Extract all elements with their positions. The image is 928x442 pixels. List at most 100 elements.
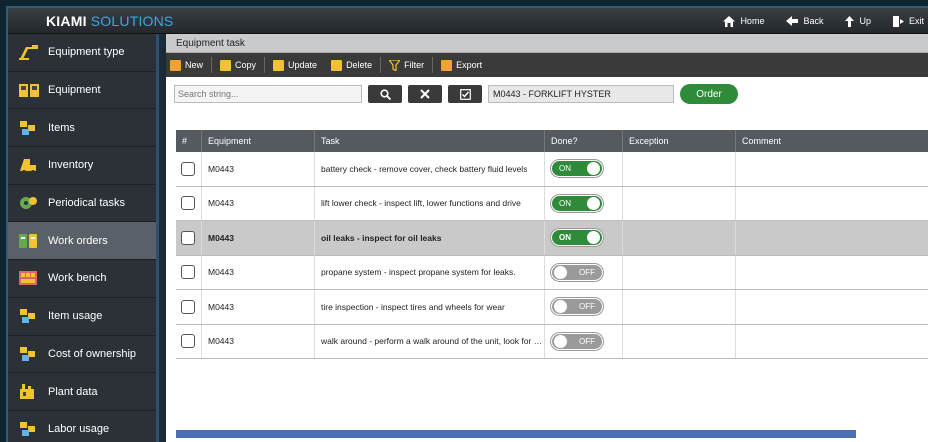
sidebar-item-inventory[interactable]: Inventory	[8, 147, 156, 185]
sidebar-item-equipment[interactable]: Equipment	[8, 72, 156, 110]
item-usage-icon	[20, 309, 35, 324]
toolbar-separator	[264, 57, 266, 73]
clear-button[interactable]	[408, 85, 442, 103]
exception-cell[interactable]	[623, 255, 736, 289]
new-button[interactable]: New	[170, 59, 204, 71]
nav-back[interactable]: Back	[786, 16, 823, 26]
sidebar-item-plant-data[interactable]: Plant data	[8, 373, 156, 411]
exception-cell[interactable]	[623, 221, 736, 255]
done-cell: OFF	[545, 255, 623, 289]
done-toggle[interactable]: OFF	[551, 263, 603, 281]
nav-up[interactable]: Up	[845, 15, 871, 27]
periodical-tasks-icon	[20, 197, 37, 210]
new-icon	[170, 59, 181, 71]
header-number[interactable]: #	[176, 130, 202, 152]
task-value: propane system - inspect propane system …	[321, 267, 516, 278]
toggle-label: ON	[559, 233, 571, 243]
sidebar-item-work-orders[interactable]: Work orders	[8, 222, 156, 261]
toggle-knob	[554, 300, 567, 314]
filter-label: Filter	[404, 60, 425, 70]
copy-button[interactable]: Copy	[220, 59, 257, 71]
sidebar-item-label: Items	[48, 121, 75, 134]
task-cell: walk around - perform a walk around of t…	[315, 324, 545, 358]
sidebar-item-cost-of-ownership[interactable]: Cost of ownership	[8, 336, 156, 374]
row-checkbox[interactable]	[181, 334, 195, 349]
row-checkbox[interactable]	[181, 196, 195, 211]
toggle-label: OFF	[579, 302, 595, 312]
new-label: New	[185, 60, 204, 70]
table-row[interactable]: M0443 battery check - remove cover, check…	[176, 152, 928, 187]
task-cell: oil leaks - inspect for oil leaks	[315, 221, 545, 255]
comment-cell[interactable]	[736, 256, 928, 290]
row-checkbox[interactable]	[181, 299, 195, 314]
sidebar-item-work-bench[interactable]: Work bench	[8, 260, 156, 298]
delete-button[interactable]: Delete	[331, 59, 372, 71]
done-cell: ON	[545, 186, 623, 220]
done-toggle[interactable]: OFF	[551, 298, 603, 316]
back-arrow-icon	[786, 16, 799, 26]
brand-sub: SOLUTIONS	[90, 13, 174, 29]
done-toggle[interactable]: OFF	[551, 332, 603, 350]
table-row[interactable]: M0443 walk around - perform a walk around…	[176, 324, 928, 359]
done-toggle[interactable]: ON	[551, 229, 603, 247]
equipment-icon	[19, 84, 39, 98]
task-value: tire inspection - inspect tires and whee…	[321, 301, 505, 312]
comment-cell[interactable]	[736, 152, 928, 186]
search-input[interactable]	[174, 85, 362, 103]
comment-cell[interactable]	[736, 325, 928, 359]
header-equipment[interactable]: Equipment	[202, 130, 315, 152]
comment-cell[interactable]	[736, 187, 928, 221]
table-row[interactable]: M0443 propane system - inspect propane sy…	[176, 255, 928, 290]
table-row[interactable]: M0443 lift lower check - inspect lift, lo…	[176, 186, 928, 221]
toggle-label: ON	[559, 164, 571, 174]
sidebar-item-items[interactable]: Items	[8, 109, 156, 148]
header-done[interactable]: Done?	[545, 130, 623, 152]
update-button[interactable]: Update	[273, 59, 317, 71]
horizontal-scrollbar[interactable]	[176, 430, 856, 438]
comment-cell[interactable]	[736, 221, 928, 255]
exception-cell[interactable]	[623, 324, 736, 358]
sidebar-item-label: Work orders	[48, 234, 108, 247]
done-toggle[interactable]: ON	[551, 160, 603, 178]
task-value: oil leaks - inspect for oil leaks	[321, 232, 442, 243]
row-checkbox[interactable]	[181, 161, 195, 176]
items-icon	[20, 120, 35, 135]
exception-cell[interactable]	[623, 290, 736, 324]
filter-button[interactable]: Filter	[389, 59, 425, 71]
header-exception[interactable]: Exception	[623, 130, 736, 152]
equipment-value: M0443	[208, 267, 234, 278]
equipment-cell: M0443	[202, 290, 315, 324]
row-checkbox[interactable]	[181, 265, 195, 280]
row-checkbox[interactable]	[181, 230, 195, 245]
task-cell: battery check - remove cover, check batt…	[315, 152, 545, 186]
sidebar-item-labor-usage[interactable]: Labor usage	[8, 411, 156, 442]
toggle-label: OFF	[579, 267, 595, 277]
toggle-knob	[587, 231, 600, 245]
close-icon	[420, 89, 430, 99]
comment-cell[interactable]	[736, 290, 928, 324]
toolbar: New Copy Update Delete Filter Export	[166, 53, 928, 77]
equipment-field[interactable]: M0443 - FORKLIFT HYSTER	[488, 85, 674, 103]
table-row[interactable]: M0443 oil leaks - inspect for oil leaks ON	[176, 221, 928, 256]
sidebar-item-equipment-type[interactable]: Equipment type	[8, 34, 156, 72]
exception-cell[interactable]	[623, 186, 736, 220]
header-comment[interactable]: Comment	[736, 130, 928, 152]
export-button[interactable]: Export	[441, 59, 482, 71]
nav-exit-label: Exit	[908, 16, 924, 26]
header-task[interactable]: Task	[315, 130, 545, 152]
table-row[interactable]: M0443 tire inspection - inspect tires and…	[176, 290, 928, 325]
sidebar-divider	[156, 34, 162, 442]
select-all-button[interactable]	[448, 85, 482, 103]
top-nav: Home Back Up Exit	[701, 8, 924, 34]
order-button[interactable]: Order	[680, 84, 738, 104]
row-checkbox-cell	[176, 186, 202, 220]
copy-label: Copy	[235, 60, 257, 70]
nav-exit[interactable]: Exit	[892, 15, 924, 27]
exception-cell[interactable]	[623, 152, 736, 186]
done-toggle[interactable]: ON	[551, 194, 603, 212]
sidebar-item-item-usage[interactable]: Item usage	[8, 298, 156, 336]
search-button[interactable]	[368, 85, 402, 103]
nav-home[interactable]: Home	[723, 15, 764, 27]
task-value: lift lower check - inspect lift, lower f…	[321, 198, 521, 209]
sidebar-item-periodical-tasks[interactable]: Periodical tasks	[8, 185, 156, 223]
